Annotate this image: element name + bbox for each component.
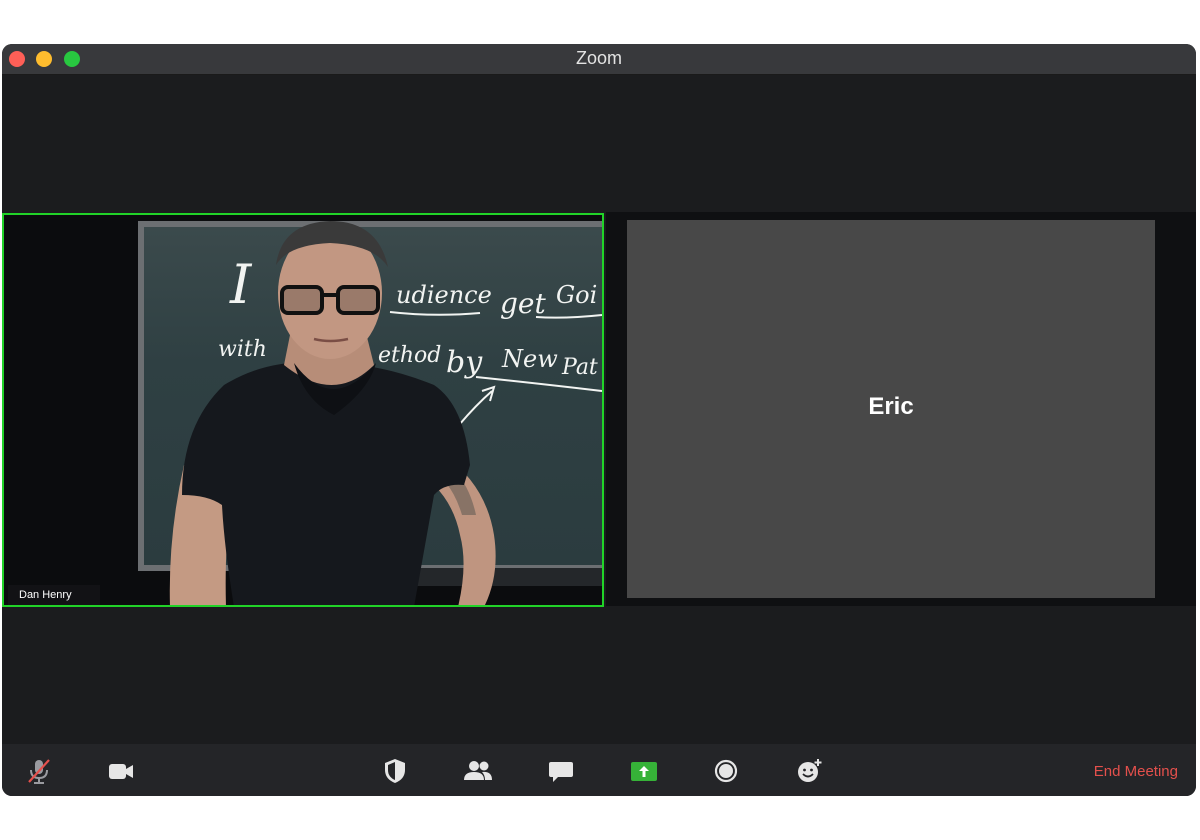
share-screen-icon — [631, 762, 657, 781]
participant-video-person — [169, 221, 496, 605]
participant-tile-eric[interactable]: Eric — [627, 220, 1155, 598]
share-screen-button[interactable] — [627, 754, 661, 788]
participant-name-label: Dan Henry — [8, 585, 100, 605]
zoom-window: Zoom I udience get Goi with ethod by New… — [2, 44, 1196, 796]
window-title: Zoom — [575, 48, 622, 68]
participants-button[interactable] — [461, 754, 495, 788]
security-shield-icon — [385, 759, 405, 783]
video-gallery: I udience get Goi with ethod by New Pat — [2, 75, 1196, 744]
security-button[interactable] — [378, 754, 412, 788]
reactions-icon — [798, 759, 822, 782]
mute-button[interactable] — [22, 754, 56, 788]
participant-tile-dan-henry[interactable]: I udience get Goi with ethod by New Pat — [2, 213, 604, 607]
end-meeting-button[interactable]: End Meeting — [1094, 744, 1178, 796]
reactions-button[interactable] — [792, 754, 826, 788]
chat-button[interactable] — [544, 754, 578, 788]
participants-icon — [464, 761, 492, 780]
chat-icon — [549, 762, 573, 782]
stop-video-button[interactable] — [104, 754, 138, 788]
meeting-toolbar: End Meeting — [2, 744, 1196, 796]
participant-name-label: Eric — [868, 393, 914, 420]
record-icon — [714, 759, 738, 783]
video-camera-icon — [109, 764, 133, 779]
mic-muted-icon — [28, 759, 50, 784]
record-button[interactable] — [709, 754, 743, 788]
title-bar: Zoom — [2, 44, 1196, 75]
